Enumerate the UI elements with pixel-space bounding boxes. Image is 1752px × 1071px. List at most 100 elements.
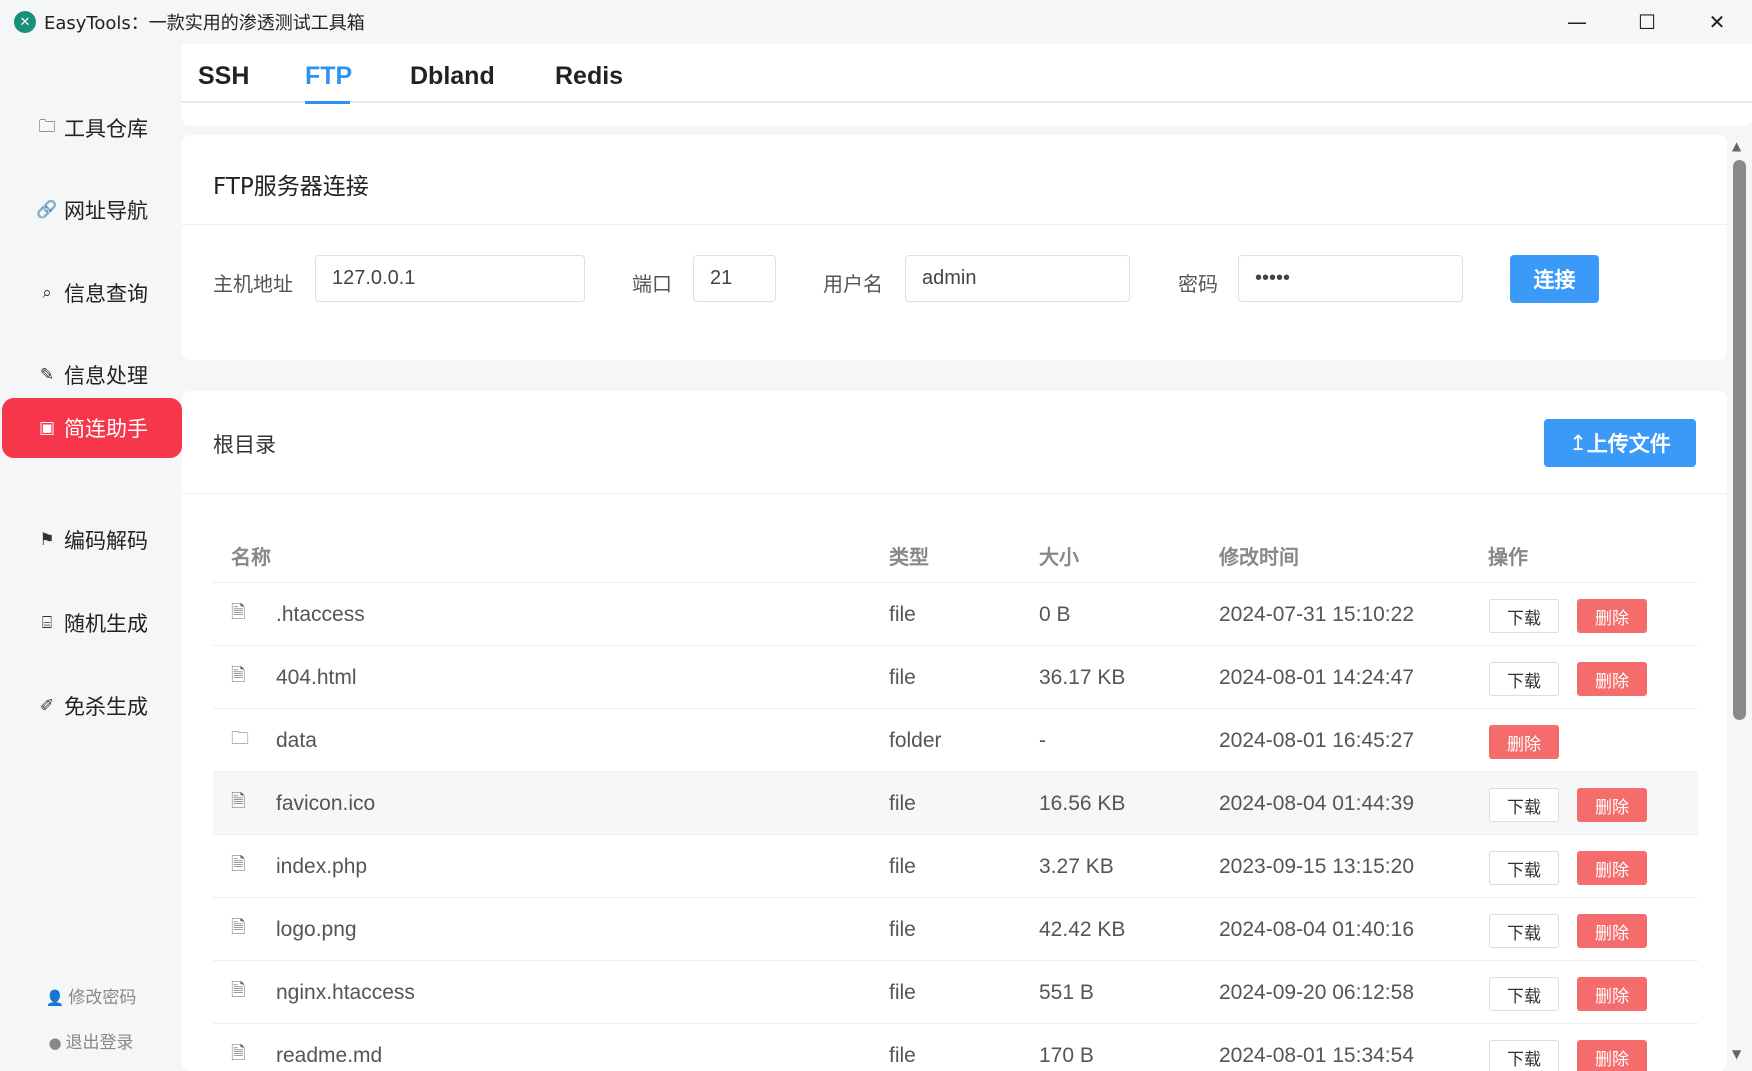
maximize-button[interactable]: ☐ [1612,0,1682,44]
username-input[interactable]: admin [905,255,1130,302]
table-row: 🗀 data folder - 2024-08-01 16:45:27 删除 [213,708,1698,771]
host-input[interactable]: 127.0.0.1 [315,255,585,302]
table-row: 🗎 404.html file 36.17 KB 2024-08-01 14:2… [213,645,1698,708]
file-name[interactable]: readme.md [276,1024,382,1071]
file-modified: 2024-08-04 01:40:16 [1219,917,1414,941]
file-size: - [1039,728,1046,752]
scrollbar-thumb[interactable] [1733,160,1746,720]
file-modified: 2024-09-20 06:12:58 [1219,980,1414,1004]
sidebar-item-label: 编码解码 [64,529,148,553]
logout-label: 退出登录 [65,1033,134,1053]
file-name[interactable]: logo.png [276,898,357,961]
minimize-button[interactable]: — [1542,0,1612,44]
file-name[interactable]: .htaccess [276,583,365,646]
table-row: 🗎 logo.png file 42.42 KB 2024-08-04 01:4… [213,897,1698,960]
file-size: 3.27 KB [1039,854,1114,878]
port-label: 端口 [632,272,672,296]
download-button[interactable]: 下载 [1489,851,1559,885]
title-bar: ✕ EasyTools：一款实用的渗透测试工具箱 — ☐ ✕ [0,0,1752,44]
tab-dbland[interactable]: Dbland [410,62,495,91]
app-logo-icon: ✕ [14,11,36,33]
delete-button[interactable]: 删除 [1577,662,1647,696]
connect-button[interactable]: 连接 [1510,255,1599,303]
delete-button[interactable]: 删除 [1577,914,1647,948]
vertical-scrollbar[interactable]: ▲ ▼ [1730,135,1752,1071]
download-button[interactable]: 下载 [1489,914,1559,948]
file-icon: 🗎 [231,916,246,937]
file-icon: 🗎 [231,664,246,685]
file-name[interactable]: 404.html [276,646,357,709]
file-size: 551 B [1039,980,1094,1004]
divider [182,493,1727,494]
pen-icon: ✐ [39,696,55,716]
download-button[interactable]: 下载 [1489,788,1559,822]
delete-button[interactable]: 删除 [1577,977,1647,1011]
file-type: file [889,602,916,626]
file-size: 16.56 KB [1039,791,1126,815]
connection-title: FTP服务器连接 [213,174,369,200]
current-directory: 根目录 [213,433,276,457]
search-icon: ⌕ [42,283,52,303]
file-name[interactable]: favicon.ico [276,772,375,835]
upload-file-button[interactable]: ↥ 上传文件 [1544,419,1696,467]
presentation-icon: ⌸ [41,613,53,633]
download-button[interactable]: 下载 [1489,662,1559,696]
delete-button[interactable]: 删除 [1577,788,1647,822]
sidebar-item-label: 免杀生成 [64,695,148,719]
sidebar-item-av-evasion[interactable]: ✐ 免杀生成 [2,676,182,736]
delete-button[interactable]: 删除 [1489,725,1559,759]
table-row: 🗎 nginx.htaccess file 551 B 2024-09-20 0… [213,960,1698,1023]
host-label: 主机地址 [213,272,293,296]
sidebar-item-info-process[interactable]: ✎ 信息处理 [2,345,182,405]
port-input[interactable]: 21 [693,255,776,302]
tab-ftp[interactable]: FTP [305,62,352,91]
file-type: file [889,1043,916,1067]
file-name[interactable]: data [276,709,317,772]
table-row: 🗎 readme.md file 170 B 2024-08-01 15:34:… [213,1023,1698,1071]
change-password-link[interactable]: 👤 修改密码 [0,983,182,1008]
tabs-bar: SSH FTP Dbland Redis [182,44,1752,126]
column-header-modified: 修改时间 [1219,545,1299,569]
file-type: file [889,665,916,689]
file-name[interactable]: index.php [276,835,367,898]
file-name[interactable]: nginx.htaccess [276,961,415,1024]
sidebar-item-label: 信息查询 [64,282,148,306]
sidebar-item-random-gen[interactable]: ⌸ 随机生成 [2,593,182,653]
flag-icon: ⚑ [39,530,55,550]
sidebar-item-info-query[interactable]: ⌕ 信息查询 [2,263,182,323]
file-type: file [889,854,916,878]
sidebar-item-connect-assistant[interactable]: ▣ 简连助手 [2,398,182,458]
download-button[interactable]: 下载 [1489,977,1559,1011]
download-button[interactable]: 下载 [1489,1040,1559,1071]
password-input[interactable]: ••••• [1238,255,1463,302]
file-modified: 2024-08-04 01:44:39 [1219,791,1414,815]
delete-button[interactable]: 删除 [1577,1040,1647,1071]
file-type: file [889,791,916,815]
download-button[interactable]: 下载 [1489,599,1559,633]
delete-button[interactable]: 删除 [1577,851,1647,885]
sidebar-item-label: 随机生成 [64,612,148,636]
divider [182,224,1727,225]
file-icon: 🗎 [231,1042,246,1063]
tab-ssh[interactable]: SSH [198,62,249,91]
close-button[interactable]: ✕ [1682,0,1752,44]
file-size: 170 B [1039,1043,1094,1067]
tab-redis[interactable]: Redis [555,62,623,91]
upload-icon: ↥ [1569,431,1587,455]
sidebar-item-tool-warehouse[interactable]: 🗀 工具仓库 [2,98,182,158]
file-icon: 🗎 [231,790,246,811]
delete-button[interactable]: 删除 [1577,599,1647,633]
file-modified: 2023-09-15 13:15:20 [1219,854,1414,878]
edit-icon: ✎ [39,365,55,385]
file-modified: 2024-08-01 14:24:47 [1219,665,1414,689]
logout-link[interactable]: ● 退出登录 [0,1028,182,1053]
sidebar-item-label: 工具仓库 [64,117,148,141]
user-icon: 👤 [45,989,65,1007]
scroll-up-icon[interactable]: ▲ [1732,139,1741,153]
tabs-divider [182,101,1752,103]
sidebar-item-url-nav[interactable]: 🔗 网址导航 [2,180,182,240]
panel-icon: ▣ [38,418,56,438]
column-header-size: 大小 [1039,545,1079,569]
scroll-down-icon[interactable]: ▼ [1732,1047,1741,1061]
sidebar-item-encode-decode[interactable]: ⚑ 编码解码 [2,510,182,570]
